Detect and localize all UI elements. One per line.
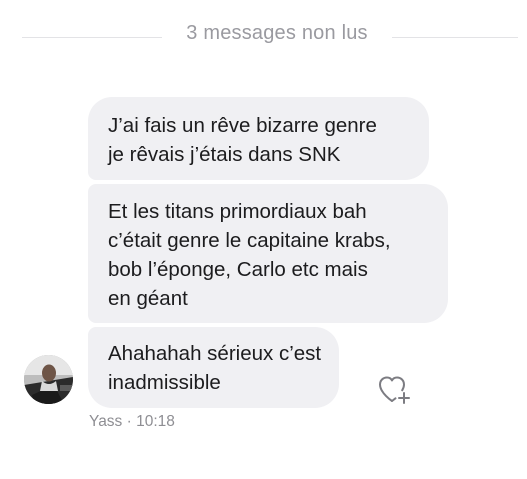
avatar-photo-icon [24,355,73,404]
message-text-line: bob l’éponge, Carlo etc mais [108,258,368,281]
sender-avatar[interactable] [24,355,73,404]
message-text-line: J’ai fais un rêve bizarre genre [108,114,377,137]
unread-messages-label: 3 messages non lus [186,22,368,44]
react-heart-icon[interactable] [378,374,412,406]
sender-name: Yass [89,413,123,430]
message-text-line: je rêvais j’étais dans SNK [108,143,341,166]
message-text-line: Et les titans primordiaux bah [108,200,367,223]
message-text-line: Ahahahah sérieux c’est [108,342,322,365]
message-text-line: c’était genre le capitaine krabs, [108,229,391,252]
message-bubble[interactable]: Et les titans primordiaux bah c’était ge… [88,184,448,323]
message-time: 10:18 [136,413,175,430]
message-text-line: inadmissible [108,371,221,394]
conversation-view: 3 messages non lus J’ai fais un rêve biz… [0,0,527,479]
meta-separator: · [122,413,137,430]
message-bubble[interactable]: Ahahahah sérieux c’est inadmissible [88,327,339,408]
unread-divider-right [392,37,518,38]
message-bubble[interactable]: J’ai fais un rêve bizarre genre je rêvai… [88,97,429,180]
message-meta: Yass · 10:18 [89,413,175,431]
unread-divider-left [22,37,162,38]
message-text-line: en géant [108,287,188,310]
